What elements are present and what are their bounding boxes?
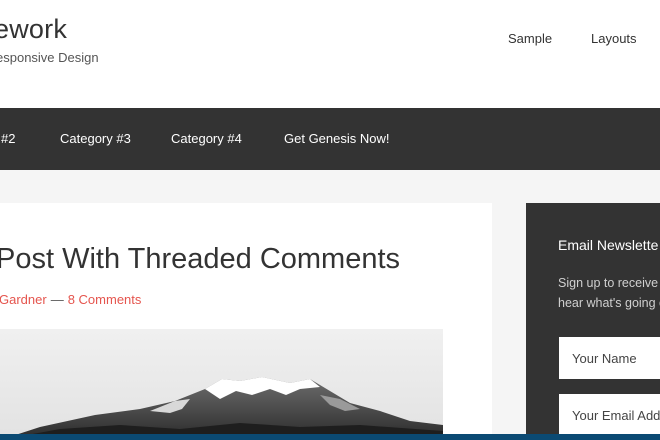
primary-nav: #2 Category #3 Category #4 Get Genesis N… (0, 108, 660, 170)
post-entry: Post With Threaded Comments Gardner — 8 Co… (0, 203, 492, 440)
site-description: esponsive Design (0, 50, 99, 65)
mountain-photo (0, 329, 443, 440)
widget-title: Email Newslette (558, 237, 659, 253)
email-field[interactable] (559, 394, 660, 436)
email-newsletter-widget: Email Newslette Sign up to receive e hea… (526, 203, 660, 440)
bottom-bar (0, 434, 660, 440)
post-title[interactable]: Post With Threaded Comments (0, 243, 400, 276)
meta-separator: — (50, 292, 64, 307)
nav-item-category-3[interactable]: Category #3 (60, 131, 131, 146)
post-author-link[interactable]: Gardner (0, 292, 47, 307)
widget-text-line: Sign up to receive e (558, 276, 660, 290)
post-meta: Gardner — 8 Comments (0, 292, 141, 307)
header-nav-layouts[interactable]: Layouts (591, 31, 637, 46)
site-title[interactable]: ework (0, 14, 67, 45)
widget-description: Sign up to receive e hear what's going o (558, 273, 660, 313)
nav-item-category-4[interactable]: Category #4 (171, 131, 242, 146)
nav-item-get-genesis[interactable]: Get Genesis Now! (284, 131, 390, 146)
name-field[interactable] (559, 337, 660, 379)
site-header: ework esponsive Design Sample Layouts (0, 0, 660, 108)
nav-item-category-2[interactable]: #2 (1, 131, 15, 146)
widget-text-line: hear what's going o (558, 296, 660, 310)
header-nav-sample[interactable]: Sample (508, 31, 552, 46)
featured-image[interactable] (0, 329, 443, 440)
post-comments-link[interactable]: 8 Comments (68, 292, 142, 307)
